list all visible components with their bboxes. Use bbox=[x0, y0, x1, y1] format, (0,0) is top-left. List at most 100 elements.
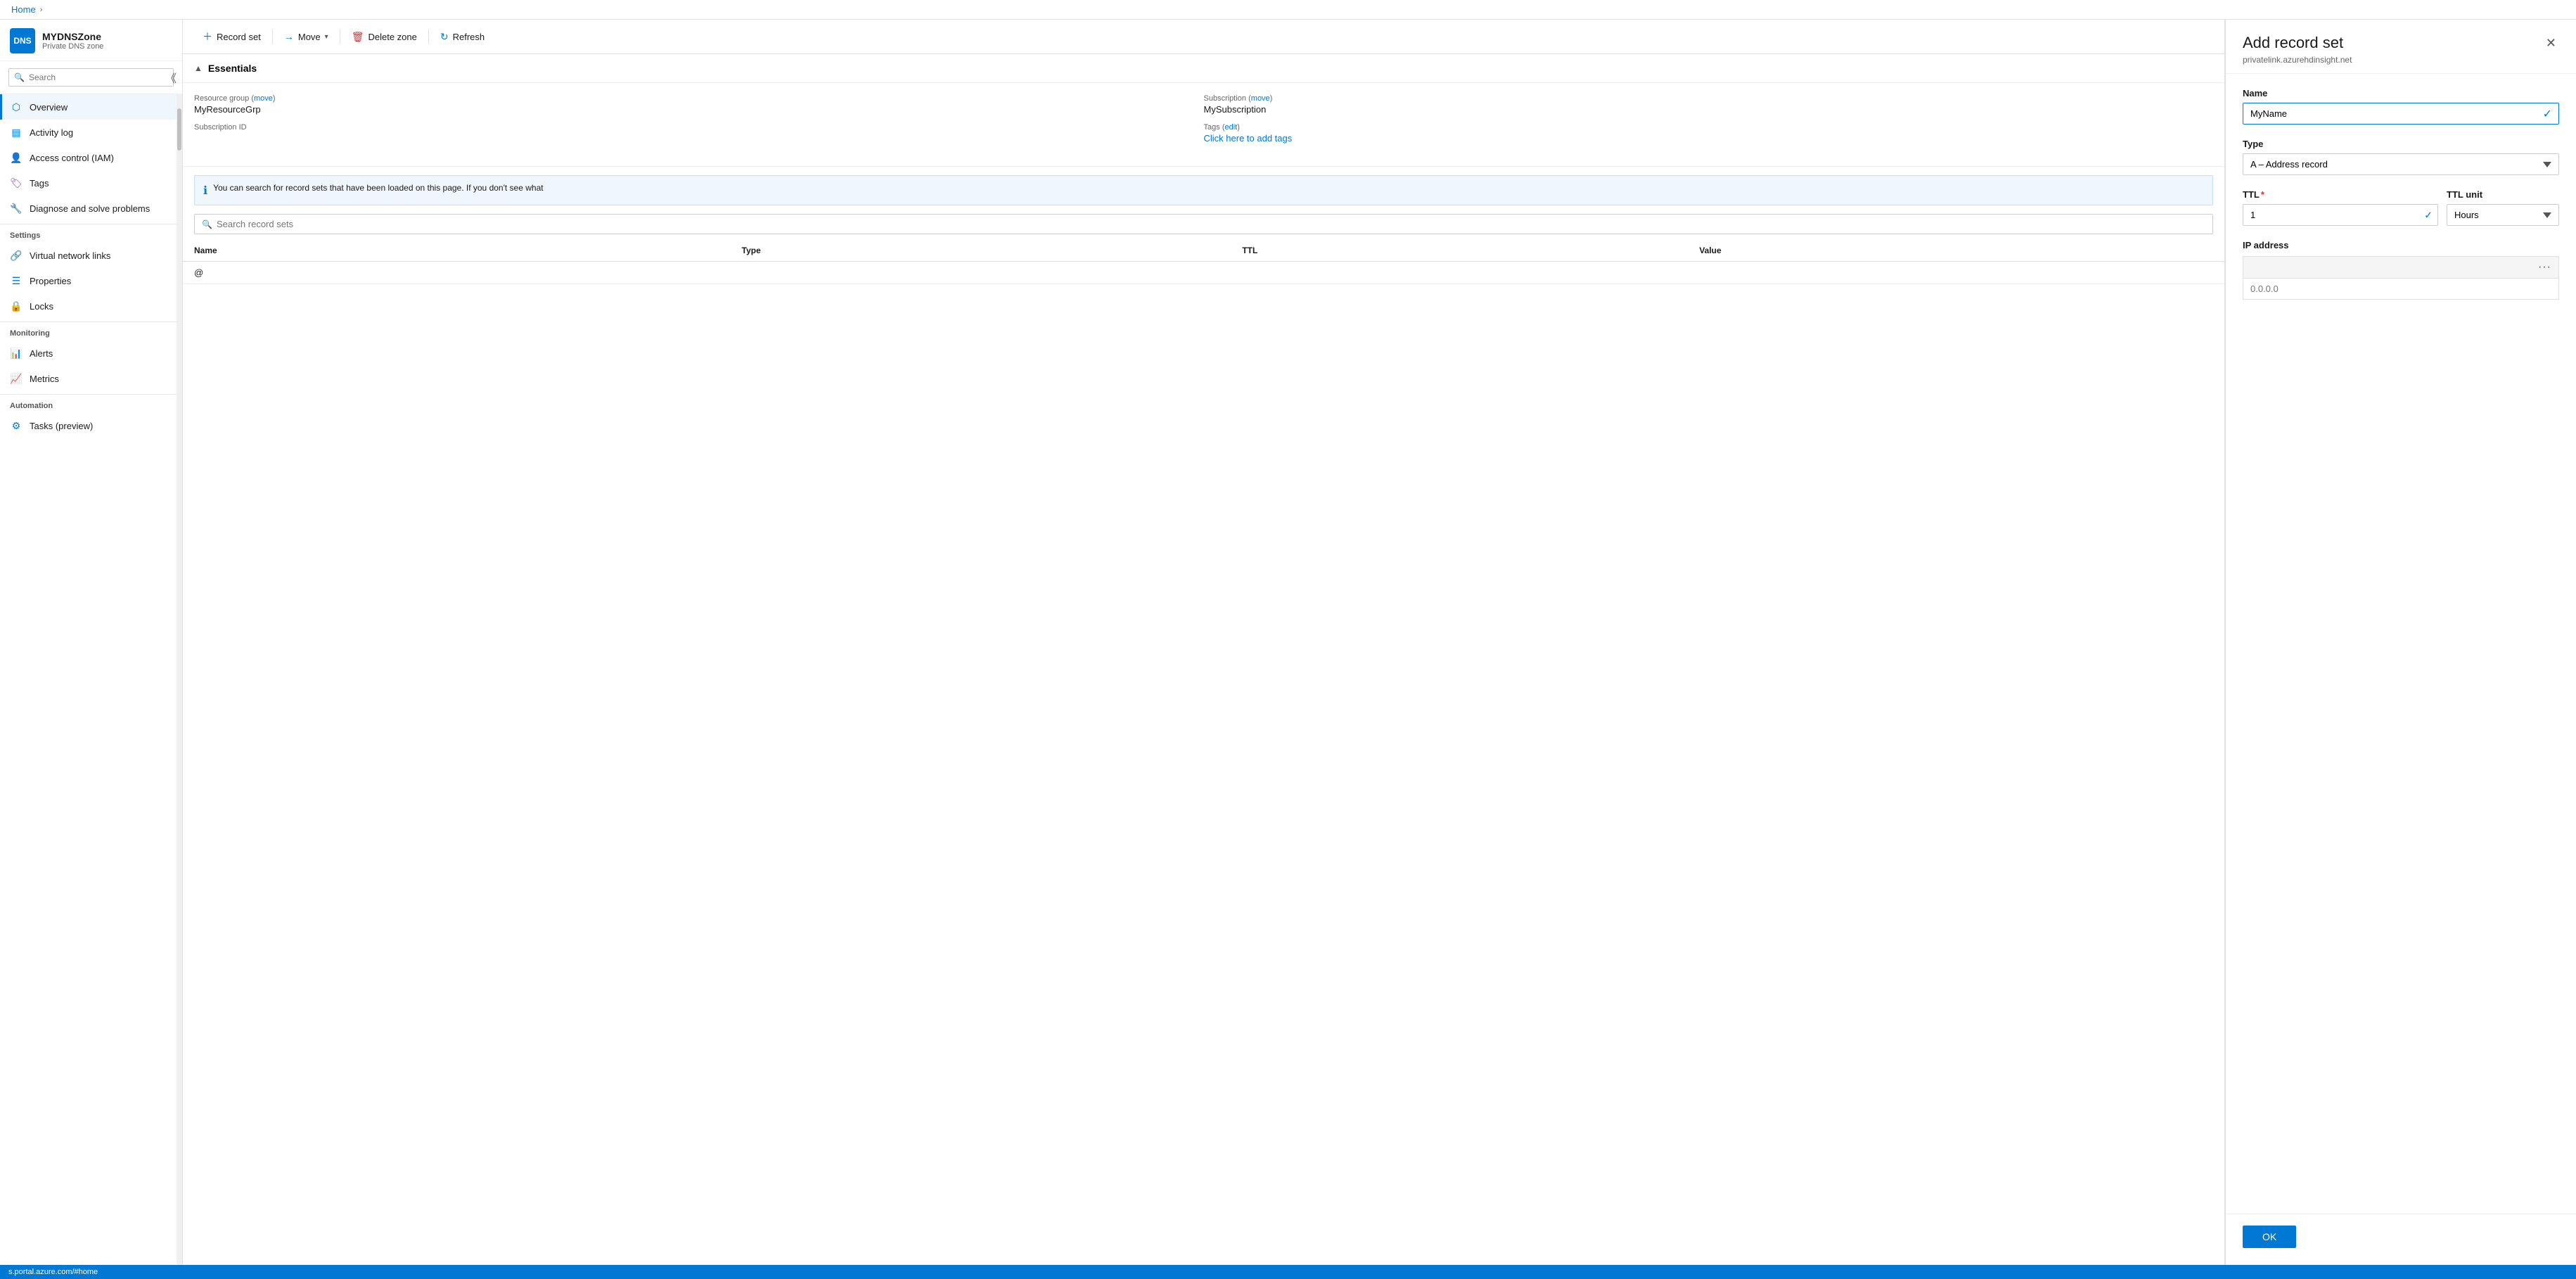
resource-group-item: Resource group (move) MyResourceGrp bbox=[194, 94, 1204, 115]
essentials-chevron-icon: ▲ bbox=[194, 63, 203, 73]
sidebar-item-label-metrics: Metrics bbox=[30, 374, 59, 384]
tags-value[interactable]: Click here to add tags bbox=[1204, 133, 2214, 144]
sidebar-item-metrics[interactable]: 📈 Metrics bbox=[0, 366, 182, 391]
ttl-valid-icon: ✓ bbox=[2424, 209, 2433, 221]
iam-icon: 👤 bbox=[10, 151, 23, 164]
sidebar-item-properties[interactable]: ☰ Properties bbox=[0, 268, 182, 293]
col-ttl: TTL bbox=[1231, 240, 1688, 262]
type-select[interactable]: A – Address record AAAA – IPv6 address r… bbox=[2243, 153, 2559, 175]
info-text: You can search for record sets that have… bbox=[213, 183, 544, 193]
sidebar-item-locks[interactable]: 🔒 Locks bbox=[0, 293, 182, 319]
resource-group-value: MyResourceGrp bbox=[194, 104, 1204, 115]
properties-icon: ☰ bbox=[10, 274, 23, 287]
essentials-grid: Resource group (move) MyResourceGrp Subs… bbox=[183, 83, 2224, 167]
diagnose-icon: 🔧 bbox=[10, 202, 23, 215]
name-input[interactable] bbox=[2243, 103, 2559, 125]
ttl-input[interactable] bbox=[2243, 204, 2438, 226]
name-form-group: Name ✓ bbox=[2243, 88, 2559, 125]
row-ttl bbox=[1231, 262, 1688, 284]
sidebar-item-diagnose[interactable]: 🔧 Diagnose and solve problems bbox=[0, 196, 182, 221]
search-records-input[interactable] bbox=[217, 219, 2205, 229]
ip-more-button[interactable]: ··· bbox=[2538, 261, 2551, 274]
sidebar-item-label-alerts: Alerts bbox=[30, 348, 53, 359]
sidebar-search-input[interactable] bbox=[8, 68, 174, 87]
tasks-icon: ⚙ bbox=[10, 419, 23, 432]
row-type bbox=[731, 262, 1231, 284]
delete-zone-button[interactable]: 🗑 Delete zone bbox=[343, 27, 425, 47]
sidebar-nav: ⬡ Overview ▤ Activity log 👤 Access contr… bbox=[0, 94, 182, 438]
info-icon: ℹ bbox=[203, 184, 207, 198]
delete-icon: 🗑 bbox=[352, 31, 364, 43]
refresh-button[interactable]: ↻ Refresh bbox=[432, 27, 493, 47]
sidebar-item-overview[interactable]: ⬡ Overview bbox=[0, 94, 182, 120]
sidebar-item-label-iam: Access control (IAM) bbox=[30, 153, 114, 163]
col-type: Type bbox=[731, 240, 1231, 262]
status-url: s.portal.azure.com/#home bbox=[8, 1268, 98, 1276]
essentials-title: Essentials bbox=[208, 63, 257, 74]
overview-icon: ⬡ bbox=[10, 101, 23, 113]
ttl-input-wrapper: TTL* ✓ bbox=[2243, 189, 2438, 226]
panel-footer: OK bbox=[2226, 1214, 2576, 1265]
sidebar-item-virtual-network[interactable]: 🔗 Virtual network links bbox=[0, 243, 182, 268]
add-record-set-button[interactable]: ＋ Record set bbox=[194, 25, 269, 48]
monitoring-section-label: Monitoring bbox=[0, 322, 182, 341]
sidebar-search-container: 🔍 《 bbox=[0, 61, 182, 94]
sidebar-item-activity-log[interactable]: ▤ Activity log bbox=[0, 120, 182, 145]
name-valid-icon: ✓ bbox=[2543, 107, 2552, 121]
table-row[interactable]: @ bbox=[183, 262, 2224, 284]
subscription-move-link[interactable]: move bbox=[1251, 94, 1270, 103]
ip-address-input[interactable] bbox=[2243, 278, 2559, 300]
sidebar-scrollbar[interactable] bbox=[177, 94, 182, 1265]
panel-header: Add record set privatelink.azurehdinsigh… bbox=[2226, 20, 2576, 74]
move-icon: → bbox=[284, 31, 294, 42]
sidebar-item-iam[interactable]: 👤 Access control (IAM) bbox=[0, 145, 182, 170]
move-button[interactable]: → Move ▾ bbox=[276, 27, 337, 46]
sidebar-item-tags[interactable]: 🏷 Tags bbox=[0, 170, 182, 196]
name-input-wrapper: ✓ bbox=[2243, 103, 2559, 125]
sidebar-item-label-vnet: Virtual network links bbox=[30, 250, 110, 261]
home-link[interactable]: Home bbox=[11, 4, 36, 15]
automation-section-label: Automation bbox=[0, 394, 182, 413]
sidebar-scrollbar-thumb bbox=[177, 108, 181, 151]
locks-icon: 🔒 bbox=[10, 300, 23, 312]
essentials-header[interactable]: ▲ Essentials bbox=[183, 54, 2224, 83]
ok-button[interactable]: OK bbox=[2243, 1226, 2296, 1248]
panel-subtitle: privatelink.azurehdinsight.net bbox=[2243, 55, 2352, 65]
content-body: ▲ Essentials Resource group (move) MyRes… bbox=[183, 54, 2224, 1265]
ttl-form-group: TTL* ✓ TTL unit Seconds Minutes Hours bbox=[2243, 189, 2559, 226]
resource-group-label: Resource group (move) bbox=[194, 94, 1204, 103]
sidebar-header: DNS MYDNSZone Private DNS zone bbox=[0, 20, 182, 61]
info-bar: ℹ You can search for record sets that ha… bbox=[194, 175, 2213, 205]
ip-address-form-group: IP address ··· bbox=[2243, 240, 2559, 300]
sidebar-item-label-diagnose: Diagnose and solve problems bbox=[30, 203, 150, 214]
panel-close-button[interactable]: ✕ bbox=[2543, 34, 2559, 52]
col-name: Name bbox=[183, 240, 731, 262]
tags-item: Tags (edit) Click here to add tags bbox=[1204, 123, 2214, 144]
ttl-required-mark: * bbox=[2261, 189, 2264, 200]
toolbar-separator-3 bbox=[428, 30, 429, 44]
name-label: Name bbox=[2243, 88, 2559, 98]
sidebar-item-label-activity: Activity log bbox=[30, 127, 73, 138]
sidebar-collapse-button[interactable]: 《 bbox=[162, 66, 179, 89]
resource-group-move-link[interactable]: move bbox=[254, 94, 273, 103]
tags-edit-link[interactable]: edit bbox=[1224, 123, 1237, 132]
col-value: Value bbox=[1688, 240, 2224, 262]
type-form-group: Type A – Address record AAAA – IPv6 addr… bbox=[2243, 139, 2559, 175]
type-label: Type bbox=[2243, 139, 2559, 149]
tags-icon: 🏷 bbox=[10, 177, 23, 189]
ttl-label: TTL* bbox=[2243, 189, 2438, 200]
toolbar-separator-1 bbox=[272, 30, 273, 44]
sidebar-item-alerts[interactable]: 📊 Alerts bbox=[0, 341, 182, 366]
main-content: ＋ Record set → Move ▾ 🗑 Delete zone ↻ Re… bbox=[183, 20, 2224, 1265]
panel-body: Name ✓ Type A – Address record AAAA – IP… bbox=[2226, 74, 2576, 1214]
add-icon: ＋ bbox=[203, 30, 212, 44]
delete-zone-label: Delete zone bbox=[368, 32, 416, 42]
subscription-label: Subscription (move) bbox=[1204, 94, 2214, 103]
sidebar-item-tasks[interactable]: ⚙ Tasks (preview) bbox=[0, 413, 182, 438]
search-records-container: 🔍 bbox=[194, 214, 2213, 234]
sidebar-item-label-tags: Tags bbox=[30, 178, 49, 189]
row-value bbox=[1688, 262, 2224, 284]
sidebar-resource-title: MYDNSZone bbox=[42, 31, 103, 42]
subscription-id-label: Subscription ID bbox=[194, 123, 1204, 132]
ttl-unit-select[interactable]: Seconds Minutes Hours Days bbox=[2447, 204, 2559, 226]
